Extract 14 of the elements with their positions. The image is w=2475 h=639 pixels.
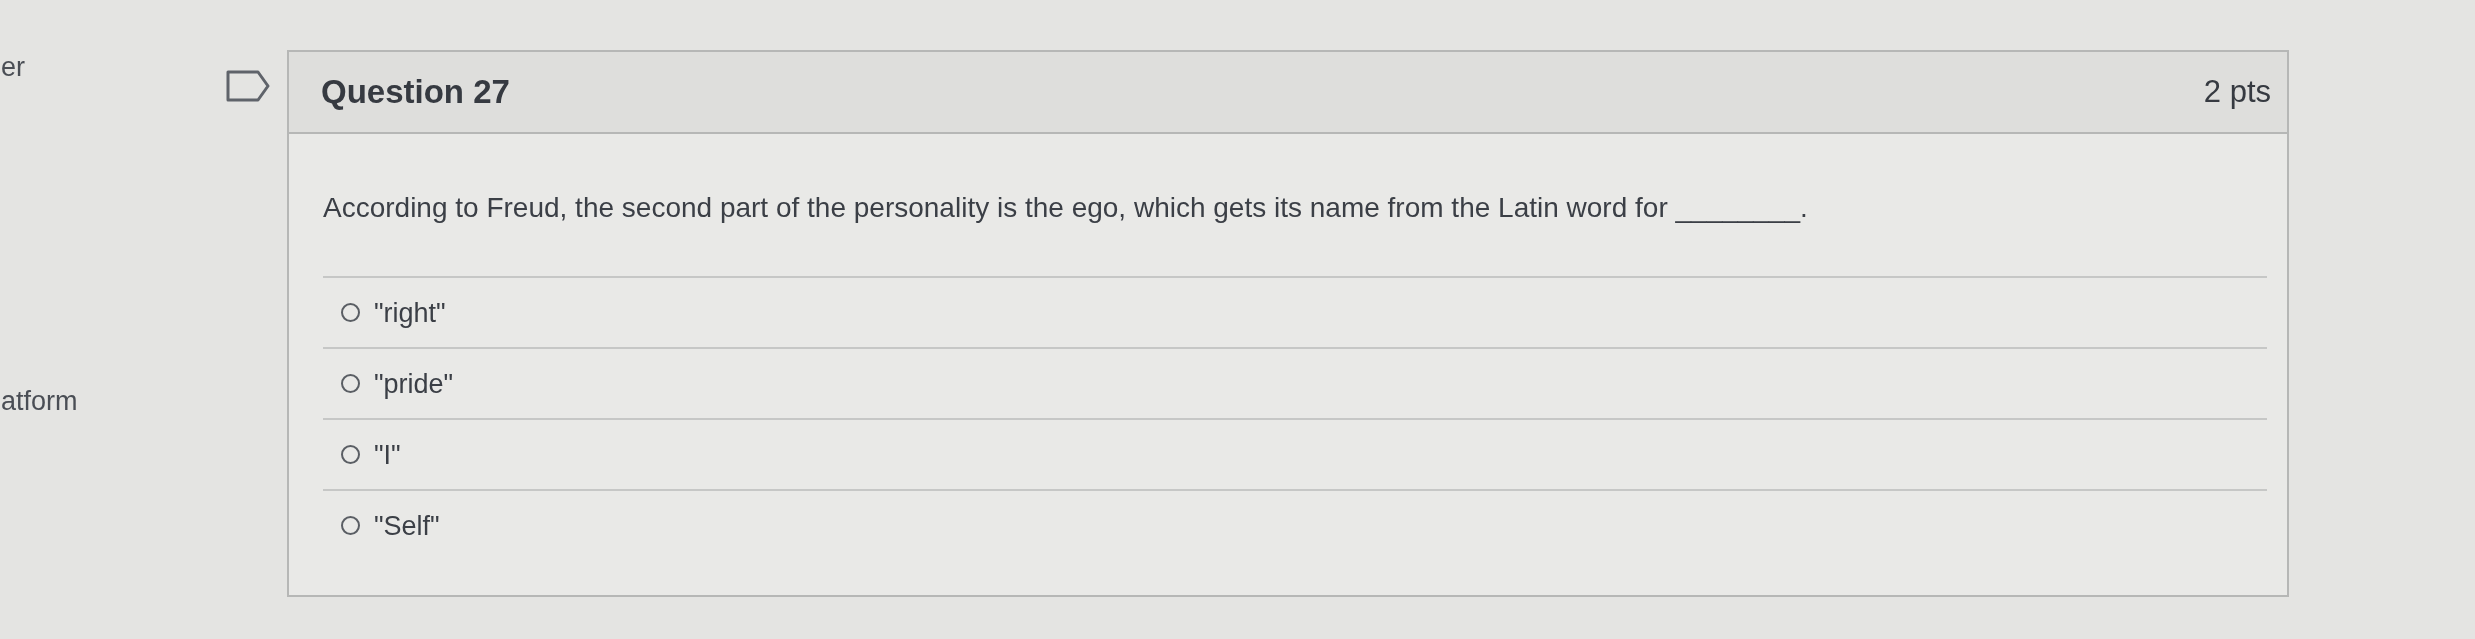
- radio-button[interactable]: [341, 445, 360, 464]
- answer-label[interactable]: "right": [374, 295, 446, 330]
- radio-button[interactable]: [341, 516, 360, 535]
- answer-label[interactable]: "Self": [374, 508, 440, 543]
- radio-button[interactable]: [341, 374, 360, 393]
- question-title: Question 27: [321, 73, 510, 111]
- answer-label[interactable]: "pride": [374, 366, 454, 401]
- nav-link[interactable]: atform: [0, 384, 78, 418]
- radio-button[interactable]: [341, 303, 360, 322]
- points-label: 2 pts: [2203, 74, 2271, 110]
- tag-icon[interactable]: [226, 70, 270, 102]
- question-text: According to Freud, the second part of the personality is the ego, which gets its name from the Latin word for ________.: [323, 191, 1809, 225]
- answer-label[interactable]: "I": [374, 437, 401, 472]
- nav-link[interactable]: er: [0, 50, 25, 84]
